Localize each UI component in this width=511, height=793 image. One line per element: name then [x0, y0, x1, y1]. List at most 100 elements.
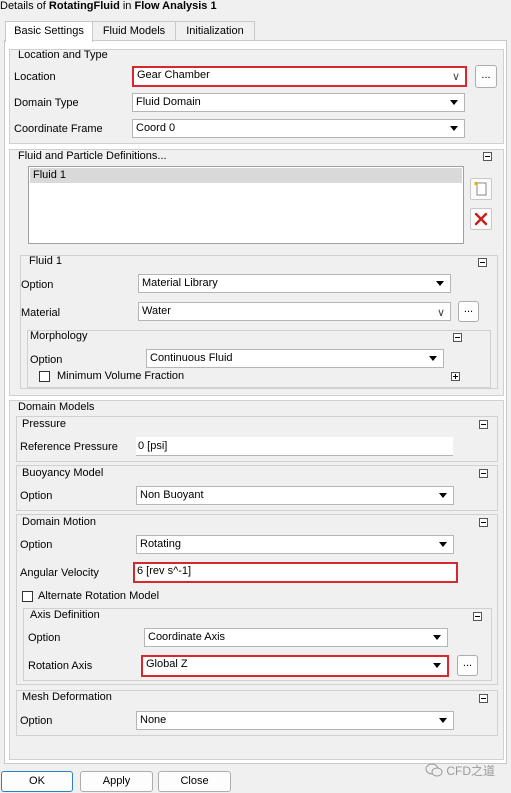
collapse-icon[interactable] — [479, 420, 488, 429]
list-item[interactable]: Fluid 1 — [30, 168, 462, 183]
fluid-option-value: Material Library — [142, 277, 218, 289]
rotation-axis-combo[interactable]: Global Z — [141, 655, 449, 677]
axis-option-value: Coordinate Axis — [148, 631, 226, 643]
wechat-icon — [425, 763, 443, 777]
dropdown-arrow-icon — [429, 356, 437, 361]
title-mid: in — [122, 0, 132, 12]
domain-models-group: Domain Models Pressure Reference Pressur… — [9, 400, 504, 760]
dropdown-arrow-icon — [436, 281, 444, 286]
location-value: Gear Chamber — [137, 69, 210, 81]
fluid1-title: Fluid 1 — [29, 255, 63, 267]
motion-option-combo[interactable]: Rotating — [136, 535, 454, 554]
fluid-defs-title: Fluid and Particle Definitions... — [18, 150, 167, 162]
mesh-deformation-group: Mesh Deformation Option None — [16, 690, 498, 736]
collapse-icon[interactable] — [453, 333, 462, 342]
title-analysis: Flow Analysis 1 — [134, 0, 217, 12]
fluid-option-combo[interactable]: Material Library — [138, 274, 451, 293]
fluid-defs-group: Fluid and Particle Definitions... Fluid … — [9, 149, 504, 396]
title-prefix: Details of — [0, 0, 46, 12]
location-label: Location — [14, 71, 56, 83]
coord-frame-value: Coord 0 — [136, 122, 176, 134]
watermark-text: CFD之道 — [446, 764, 496, 778]
motion-option-label: Option — [20, 539, 53, 551]
mesh-option-label: Option — [20, 715, 53, 727]
material-value: Water — [142, 305, 171, 317]
domain-motion-title: Domain Motion — [22, 516, 96, 528]
axis-option-combo[interactable]: Coordinate Axis — [144, 628, 448, 647]
rotation-axis-label: Rotation Axis — [28, 660, 93, 672]
collapse-icon[interactable] — [473, 612, 482, 621]
buoyancy-option-value: Non Buoyant — [140, 489, 204, 501]
tab-initialization[interactable]: Initialization — [175, 21, 255, 41]
apply-button[interactable]: Apply — [80, 771, 153, 792]
title-object: RotatingFluid — [48, 0, 120, 12]
dropdown-arrow-icon — [439, 718, 447, 723]
alt-rotation-label: Alternate Rotation Model — [38, 590, 160, 602]
location-combo[interactable]: Gear Chamber ∨ — [132, 66, 467, 87]
morph-option-combo[interactable]: Continuous Fluid — [146, 349, 444, 368]
collapse-icon[interactable] — [479, 518, 488, 527]
material-label: Material — [21, 307, 61, 319]
domain-models-title: Domain Models — [18, 401, 95, 413]
rotation-axis-browse-button[interactable]: ... — [457, 655, 478, 676]
delete-icon — [474, 212, 488, 226]
delete-fluid-button[interactable] — [470, 208, 492, 230]
coord-frame-combo[interactable]: Coord 0 — [132, 119, 465, 138]
angular-velocity-input[interactable]: 6 [rev s^-1] — [133, 562, 458, 583]
min-volume-fraction-label: Minimum Volume Fraction — [57, 370, 185, 382]
ref-pressure-input[interactable]: 0 [psi] — [136, 437, 453, 456]
fluid-list[interactable]: Fluid 1 — [28, 166, 464, 244]
rotation-axis-value: Global Z — [146, 658, 188, 670]
dropdown-arrow-icon — [433, 663, 441, 668]
morph-option-label: Option — [30, 354, 63, 366]
close-button[interactable]: Close — [158, 771, 231, 792]
morphology-group: Morphology Option Continuous Fluid Minim… — [27, 330, 491, 388]
buoyancy-option-label: Option — [20, 490, 53, 502]
domain-type-label: Domain Type — [14, 97, 79, 109]
buoyancy-option-combo[interactable]: Non Buoyant — [136, 486, 454, 505]
details-title: Details of RotatingFluid in Flow Analysi… — [0, 0, 217, 12]
domain-motion-group: Domain Motion Option Rotating Angular Ve… — [16, 514, 498, 685]
ok-button[interactable]: OK — [1, 771, 73, 792]
tab-fluid-models[interactable]: Fluid Models — [92, 21, 176, 41]
pressure-group: Pressure Reference Pressure 0 [psi] — [16, 416, 498, 462]
morph-option-value: Continuous Fluid — [150, 352, 233, 364]
expand-icon[interactable] — [451, 372, 460, 381]
buoyancy-title: Buoyancy Model — [22, 467, 104, 479]
coord-frame-label: Coordinate Frame — [14, 123, 103, 135]
pressure-title: Pressure — [22, 418, 67, 430]
basic-settings-panel: Location and Type Location Gear Chamber … — [4, 40, 507, 764]
add-fluid-button[interactable] — [470, 178, 492, 200]
domain-type-combo[interactable]: Fluid Domain — [132, 93, 465, 112]
axis-option-label: Option — [28, 632, 61, 644]
mesh-deformation-title: Mesh Deformation — [22, 691, 112, 703]
axis-definition-title: Axis Definition — [30, 609, 100, 621]
material-combo[interactable]: Water ∨ — [138, 302, 451, 321]
mesh-option-combo[interactable]: None — [136, 711, 454, 730]
morphology-title: Morphology — [30, 330, 88, 342]
dropdown-arrow-icon — [450, 126, 458, 131]
collapse-icon[interactable] — [479, 469, 488, 478]
dropdown-arrow-icon — [439, 493, 447, 498]
chevron-down-icon: ∨ — [436, 307, 445, 319]
min-volume-fraction-checkbox[interactable] — [39, 371, 50, 382]
dropdown-arrow-icon — [433, 635, 441, 640]
location-browse-button[interactable]: ... — [475, 65, 497, 88]
material-browse-button[interactable]: ... — [458, 301, 479, 322]
chevron-down-icon: ∨ — [451, 71, 460, 83]
dropdown-arrow-icon — [439, 542, 447, 547]
buoyancy-group: Buoyancy Model Option Non Buoyant — [16, 465, 498, 511]
collapse-icon[interactable] — [483, 152, 492, 161]
alt-rotation-checkbox[interactable] — [22, 591, 33, 602]
mesh-option-value: None — [140, 714, 167, 726]
collapse-icon[interactable] — [478, 258, 487, 267]
collapse-icon[interactable] — [479, 694, 488, 703]
motion-option-value: Rotating — [140, 538, 181, 550]
watermark: CFD之道 — [425, 762, 495, 779]
tab-basic-settings[interactable]: Basic Settings — [5, 21, 93, 42]
location-type-group: Location and Type Location Gear Chamber … — [9, 49, 504, 144]
angular-velocity-label: Angular Velocity — [20, 567, 99, 579]
new-item-icon — [474, 181, 487, 196]
fluid-option-label: Option — [21, 279, 54, 291]
ref-pressure-label: Reference Pressure — [20, 441, 118, 453]
